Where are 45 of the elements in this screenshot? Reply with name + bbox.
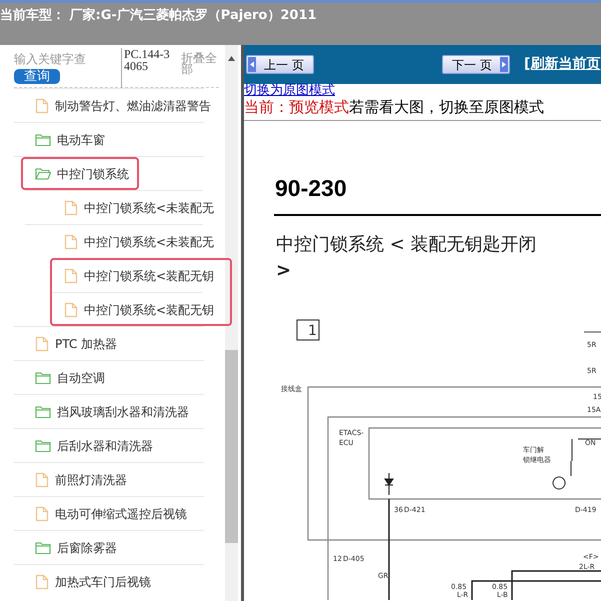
tree-item[interactable]: 前照灯清洗器 <box>21 463 127 496</box>
next-page-button[interactable]: 下一 页 <box>442 55 510 74</box>
folder-icon <box>35 370 51 384</box>
tree-item[interactable]: 电动可伸缩式遥控后视镜 <box>21 497 187 530</box>
folder-icon <box>35 404 51 418</box>
tree-item[interactable]: 制动警告灯、燃油滤清器警告 <box>21 89 211 122</box>
file-icon <box>35 98 49 114</box>
scroll-up-icon[interactable] <box>228 56 235 61</box>
tree-item[interactable]: 中控门锁系统<装配无钥 <box>50 293 214 326</box>
tree-item[interactable]: 挡风玻璃刮水器和清洗器 <box>21 395 189 428</box>
document-title-end: > <box>276 259 292 283</box>
file-icon <box>35 336 49 352</box>
file-icon <box>35 574 49 590</box>
diagram-label: 1 <box>308 323 317 339</box>
original-mode-link[interactable]: 切换为原图模式 <box>244 84 601 97</box>
tree-item[interactable]: 后窗除雾器 <box>21 531 117 564</box>
file-icon <box>64 302 78 318</box>
tree-item[interactable]: 电动车窗 <box>21 123 105 156</box>
code-text: PC.144-34065 <box>121 48 173 88</box>
refresh-page-link[interactable]: [刷新当前页 <box>524 54 600 75</box>
tree-item[interactable]: 中控门锁系统 <box>21 157 139 190</box>
tree-item[interactable]: PTC 加热器 <box>21 327 118 360</box>
page-number: 90-230 <box>275 174 347 203</box>
file-icon <box>35 472 49 488</box>
tree-item[interactable]: 中控门锁系统<未装配无 <box>50 191 214 224</box>
search-field[interactable]: 输入关键字查 <box>14 48 119 70</box>
scrollbar[interactable] <box>225 45 238 601</box>
tree-item[interactable]: 加热式车门后视镜 <box>21 565 151 598</box>
folder-icon <box>35 132 51 146</box>
tree-item[interactable]: 中控门锁系统<未装配无 <box>50 225 214 258</box>
open-folder-icon <box>35 166 51 180</box>
document-title: 中控门锁系统 < 装配无钥匙开闭 <box>276 233 537 257</box>
previous-page-button[interactable]: 上一 页 <box>246 55 314 74</box>
file-icon <box>64 234 78 250</box>
file-icon <box>64 200 78 216</box>
file-icon <box>64 268 78 284</box>
folder-icon <box>35 438 51 452</box>
search-button[interactable]: 查询 <box>14 69 60 84</box>
tree-item[interactable]: 后刮水器和清洗器 <box>21 429 153 462</box>
tree-item[interactable]: 中控门锁系统<装配无钥 <box>50 259 214 292</box>
current-model-title: 当前车型： 厂家:G-广汽三菱帕杰罗（Pajero）2011 <box>0 6 317 25</box>
scrollbar-thumb[interactable] <box>225 350 238 543</box>
tree-item[interactable]: 自动空调 <box>21 361 105 394</box>
folder-icon <box>35 540 51 554</box>
file-icon <box>35 506 49 522</box>
